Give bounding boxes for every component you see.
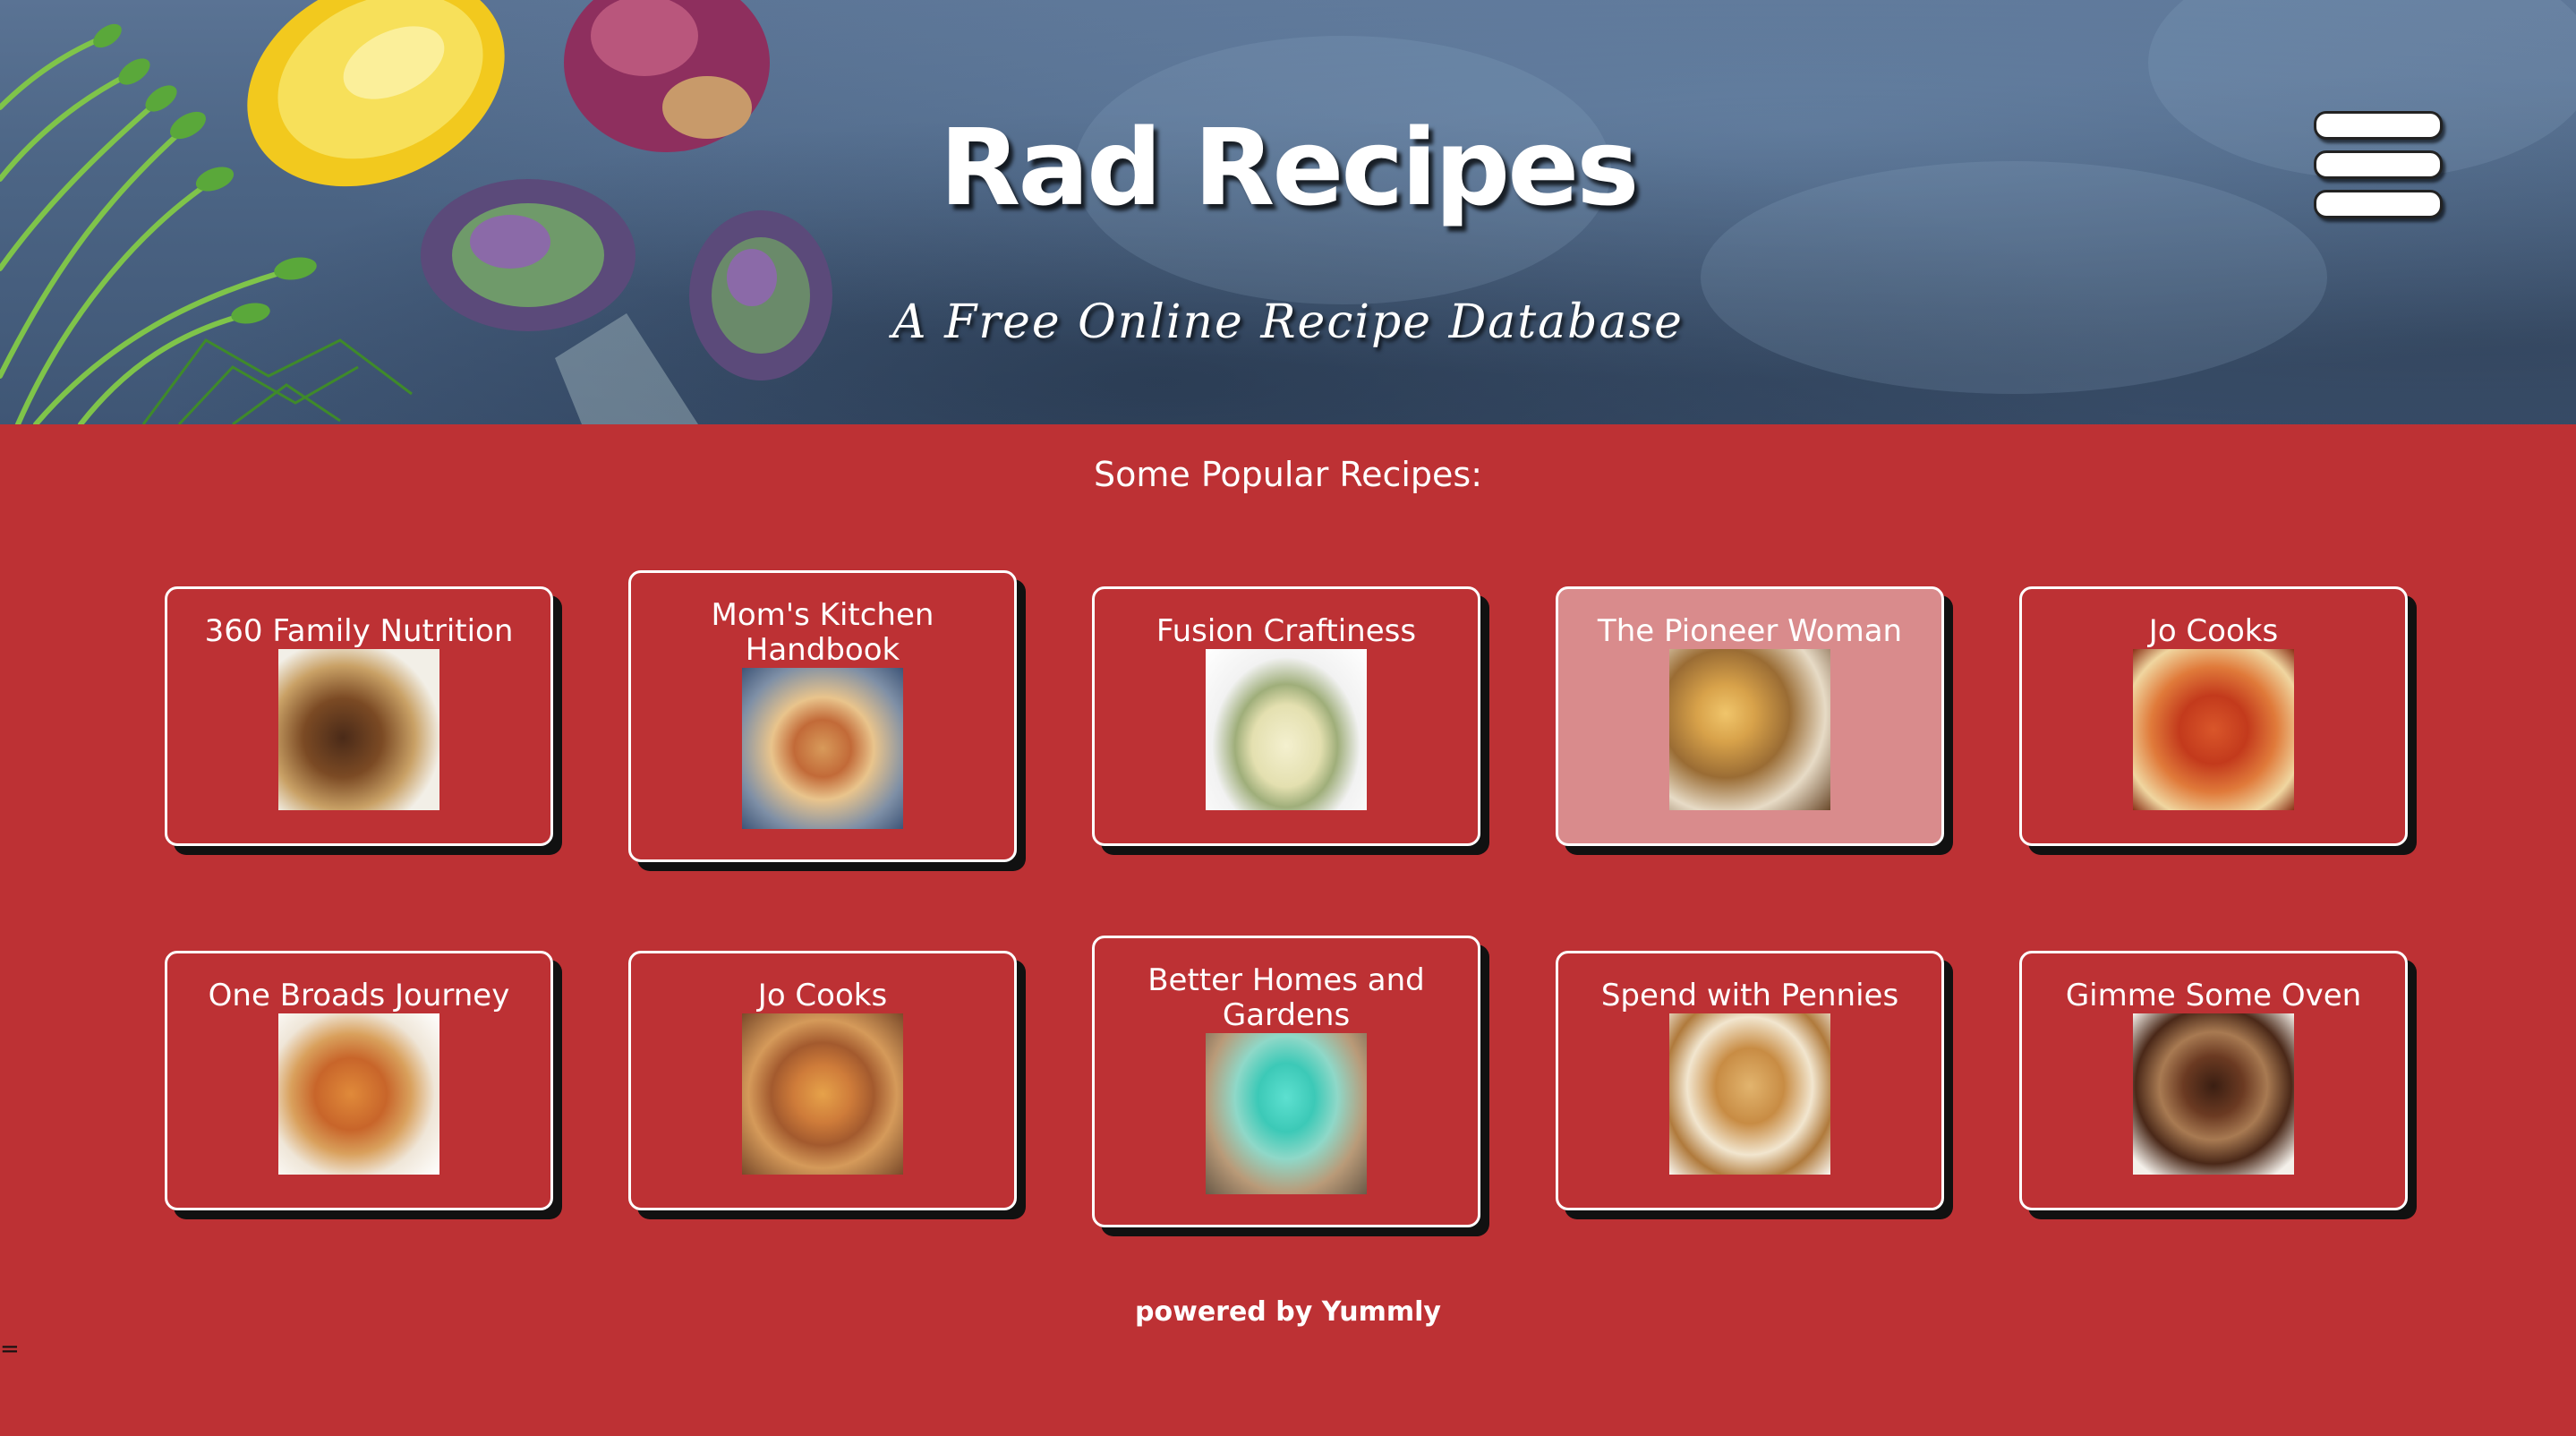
recipe-thumbnail (1669, 649, 1830, 810)
recipe-card[interactable]: Jo Cooks (628, 951, 1017, 1210)
recipe-source: The Pioneer Woman (1597, 613, 1903, 649)
recipe-thumbnail (278, 1013, 439, 1175)
menu-bar (2314, 111, 2443, 140)
hamburger-menu-button[interactable] (2314, 107, 2444, 218)
recipe-source: Jo Cooks (757, 978, 888, 1013)
recipe-source: 360 Family Nutrition (204, 613, 514, 649)
recipe-card[interactable]: Gimme Some Oven (2019, 951, 2408, 1210)
recipe-thumbnail (278, 649, 439, 810)
recipe-thumbnail (1206, 649, 1367, 810)
menu-bar (2314, 190, 2443, 218)
recipe-thumbnail (742, 1013, 903, 1175)
menu-bar (2314, 150, 2443, 179)
recipe-source: Jo Cooks (2148, 613, 2279, 649)
recipe-source: Spend with Pennies (1600, 978, 1899, 1013)
recipe-thumbnail (1669, 1013, 1830, 1175)
site-title: Rad Recipes (939, 106, 1639, 229)
recipe-card[interactable]: Mom's Kitchen Handbook (628, 570, 1017, 862)
stray-text-mark: = (0, 1336, 20, 1363)
recipe-thumbnail (1206, 1033, 1367, 1194)
recipe-source: Gimme Some Oven (2065, 978, 2362, 1013)
recipe-thumbnail (2133, 1013, 2294, 1175)
site-tagline: A Free Online Recipe Database (892, 295, 1684, 349)
recipe-card[interactable]: Jo Cooks (2019, 586, 2408, 846)
recipe-source: Fusion Craftiness (1156, 613, 1417, 649)
recipe-card[interactable]: One Broads Journey (165, 951, 553, 1210)
recipe-thumbnail (2133, 649, 2294, 810)
recipe-card[interactable]: Fusion Craftiness (1092, 586, 1480, 846)
recipe-card[interactable]: The Pioneer Woman (1556, 586, 1944, 846)
recipe-card[interactable]: Better Homes and Gardens (1092, 936, 1480, 1227)
recipe-source: Better Homes and Gardens (1147, 962, 1425, 1033)
recipe-source: Mom's Kitchen Handbook (711, 597, 934, 668)
page: Rad Recipes A Free Online Recipe Databas… (0, 0, 2576, 1436)
recipe-card[interactable]: 360 Family Nutrition (165, 586, 553, 846)
recipe-source: One Broads Journey (208, 978, 510, 1013)
popular-recipes-heading: Some Popular Recipes: (1093, 455, 1483, 494)
yummly-attribution-link[interactable]: powered by Yummly (0, 1296, 2576, 1328)
recipe-card[interactable]: Spend with Pennies (1556, 951, 1944, 1210)
hero-banner: Rad Recipes A Free Online Recipe Databas… (0, 0, 2576, 424)
recipe-thumbnail (742, 668, 903, 829)
